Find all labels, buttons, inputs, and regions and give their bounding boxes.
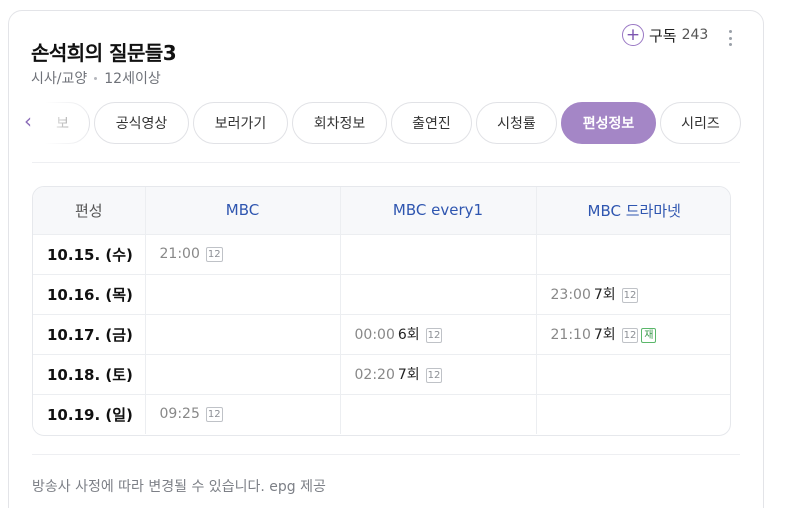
channel-header-mbc: MBC	[145, 187, 341, 235]
schedule-rows: 10.15. (수) 21:00 12 10.16. (목) 23:00 7회 12 10.1…	[33, 234, 730, 434]
schedule-cell[interactable]: 09:25 12	[145, 394, 341, 434]
tab-series[interactable]: 시리즈	[660, 102, 741, 144]
tab-bar: ‹ 보 공식영상 보러가기 회차정보 출연진 시청률 편성정보 시리즈	[16, 92, 746, 154]
tab-watch[interactable]: 보러가기	[193, 102, 288, 144]
schedule-date: 10.17. (금)	[33, 314, 146, 355]
age-rating-badge: 12	[425, 368, 443, 383]
age-rating-badge: 12	[205, 247, 223, 262]
schedule-cell	[536, 354, 730, 395]
schedule-cell[interactable]: 23:00 7회 12	[536, 274, 730, 315]
schedule-cell	[536, 394, 730, 434]
schedule-date: 10.16. (목)	[33, 274, 146, 315]
plus-icon: +	[622, 24, 644, 46]
footer-note: 방송사 사정에 따라 변경될 수 있습니다. epg 제공	[32, 479, 326, 495]
schedule-cell[interactable]: 21:00 12	[145, 234, 341, 275]
schedule-cell[interactable]: 02:20 7회 12	[340, 354, 537, 395]
schedule-cell	[340, 274, 537, 315]
tab-schedule[interactable]: 편성정보	[561, 102, 656, 144]
tab-cast[interactable]: 출연진	[391, 102, 472, 144]
air-time: 02:20	[354, 367, 395, 383]
schedule-table: 편성 MBC MBC every1 MBC 드라마넷 10.15. (수) 21:…	[32, 186, 731, 436]
tab-scroll-prev-icon[interactable]: ‹	[18, 106, 38, 136]
footer-divider	[32, 454, 740, 455]
episode-number: 7회	[397, 367, 420, 383]
schedule-cell	[340, 394, 537, 434]
tab-ratings[interactable]: 시청률	[476, 102, 557, 144]
air-time: 09:25	[159, 406, 200, 423]
air-time: 23:00	[550, 287, 591, 303]
age-rating-badge: 12	[425, 328, 443, 343]
program-title[interactable]: 손석희의 질문들3	[31, 37, 177, 66]
schedule-cell	[145, 314, 341, 355]
schedule-cell	[145, 274, 341, 315]
schedule-cell	[145, 354, 341, 395]
more-options-icon[interactable]	[728, 30, 732, 46]
age-rating-badge: 12	[621, 288, 639, 303]
air-time: 21:10	[550, 327, 591, 343]
episode-number: 7회	[593, 327, 616, 343]
schedule-cell[interactable]: 21:10 7회 12 재	[536, 314, 730, 355]
age-rating-badge: 12	[205, 407, 223, 423]
age-rating-badge: 12	[621, 328, 639, 343]
tab-official-video[interactable]: 공식영상	[94, 102, 189, 144]
subscribe-button[interactable]: + 구독 243	[622, 23, 708, 47]
age-rating-label: 12세이상	[104, 71, 161, 87]
schedule-cell	[340, 234, 537, 275]
schedule-corner-label: 편성	[33, 187, 146, 235]
air-time: 21:00	[159, 246, 200, 262]
schedule-date: 10.15. (수)	[33, 234, 146, 275]
rerun-badge: 재	[641, 328, 657, 343]
program-meta: 시사/교양 12세이상	[31, 68, 161, 88]
table-row: 10.17. (금) 00:00 6회 12 21:10 7회 12 재	[33, 314, 730, 355]
table-row: 10.15. (수) 21:00 12	[33, 234, 730, 275]
episode-number: 6회	[397, 327, 420, 343]
subscribe-label: 구독	[649, 26, 677, 45]
separator-dot	[94, 76, 98, 80]
tab-episodes[interactable]: 회차정보	[292, 102, 387, 144]
subscriber-count: 243	[681, 27, 709, 43]
schedule-date: 10.18. (토)	[33, 354, 146, 395]
channel-header-mbc-every1: MBC every1	[340, 187, 537, 235]
schedule-date: 10.19. (일)	[33, 394, 146, 434]
episode-number: 7회	[593, 287, 616, 303]
schedule-cell[interactable]: 00:00 6회 12	[340, 314, 537, 355]
table-row: 10.19. (일) 09:25 12	[33, 394, 730, 434]
table-row: 10.18. (토) 02:20 7회 12	[33, 354, 730, 395]
section-divider	[32, 162, 740, 163]
table-row: 10.16. (목) 23:00 7회 12	[33, 274, 730, 315]
genre-label: 시사/교양	[31, 71, 88, 87]
channel-header-mbc-dramanet: MBC 드라마넷	[536, 187, 730, 235]
air-time: 00:00	[354, 327, 395, 343]
schedule-cell	[536, 234, 730, 275]
